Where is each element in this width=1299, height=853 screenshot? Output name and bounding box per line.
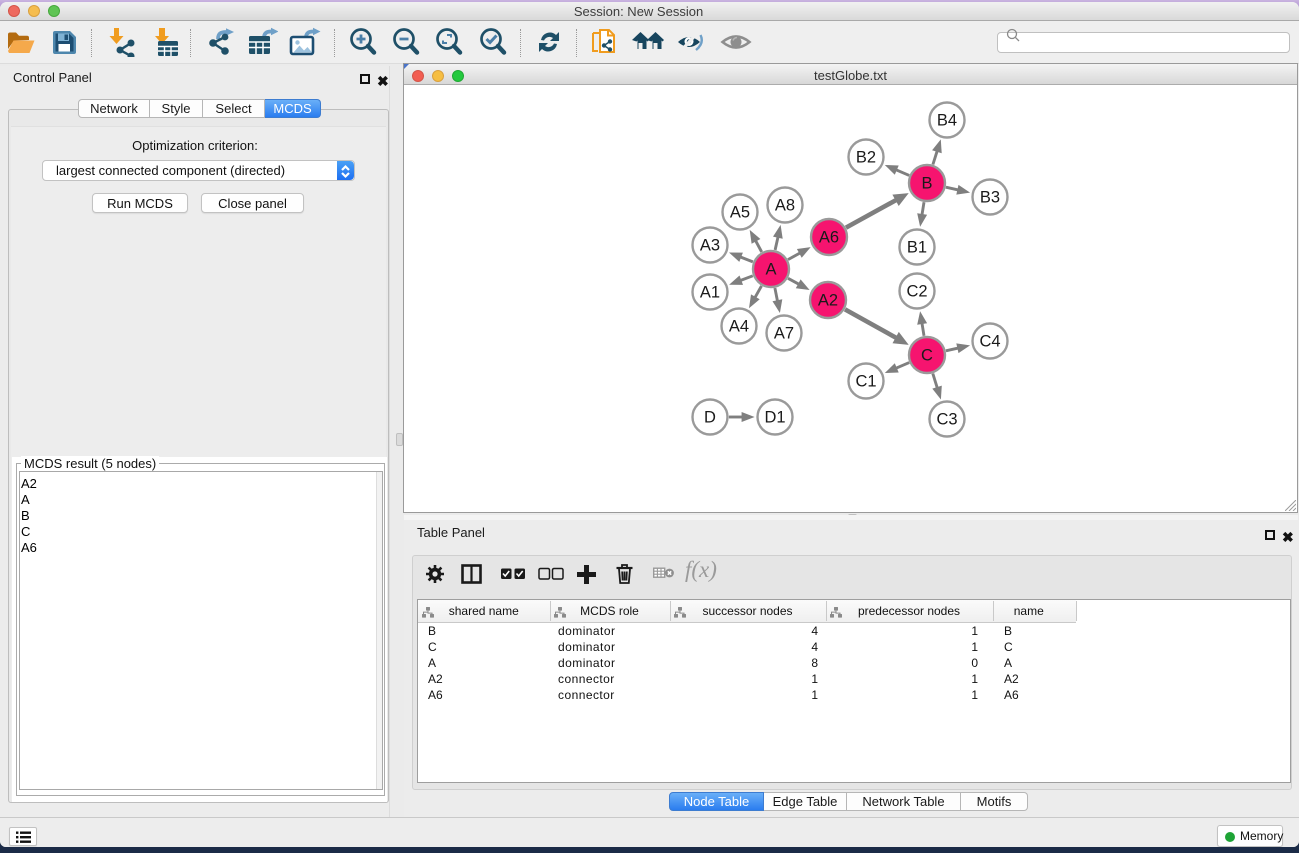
svg-text:C4: C4	[979, 333, 1000, 351]
svg-text:A7: A7	[774, 325, 794, 343]
svg-text:B4: B4	[937, 112, 957, 130]
svg-text:D1: D1	[764, 409, 785, 427]
svg-text:A: A	[765, 261, 776, 279]
svg-text:A8: A8	[775, 197, 795, 215]
svg-text:B1: B1	[907, 239, 927, 257]
svg-text:C3: C3	[936, 411, 957, 429]
svg-text:A6: A6	[819, 229, 839, 247]
svg-text:A5: A5	[730, 204, 750, 222]
svg-text:C1: C1	[855, 373, 876, 391]
svg-text:A1: A1	[700, 284, 720, 302]
svg-text:B2: B2	[856, 149, 876, 167]
svg-text:B3: B3	[980, 189, 1000, 207]
svg-text:C2: C2	[906, 283, 927, 301]
svg-text:A3: A3	[700, 237, 720, 255]
svg-text:B: B	[921, 175, 932, 193]
svg-text:A4: A4	[729, 318, 749, 336]
svg-text:A2: A2	[818, 292, 838, 310]
svg-text:C: C	[921, 347, 933, 365]
svg-text:D: D	[704, 409, 716, 427]
